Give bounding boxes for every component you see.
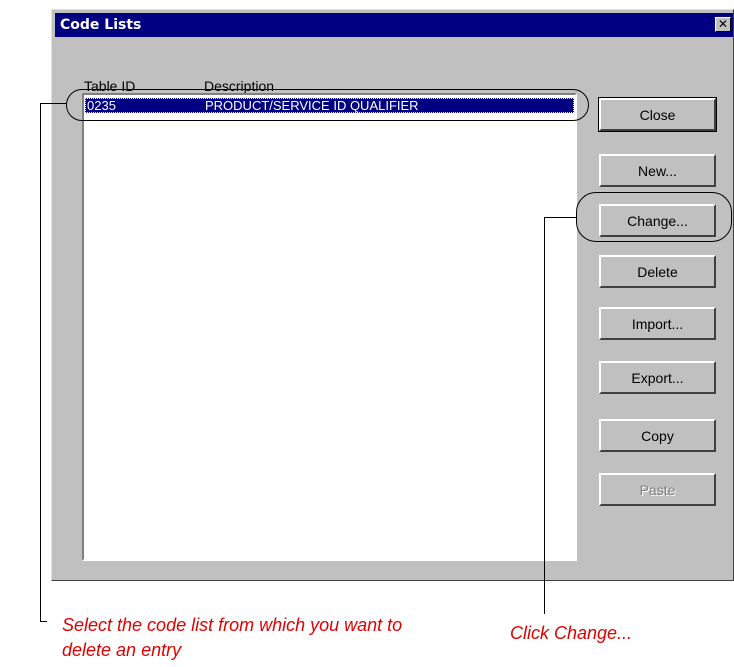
select-annotation-line-2: delete an entry [62, 640, 182, 660]
code-lists-list[interactable]: 0235 PRODUCT/SERVICE ID QUALIFIER [82, 93, 577, 561]
cell-table-id: 0235 [87, 98, 116, 113]
cell-description: PRODUCT/SERVICE ID QUALIFIER [205, 98, 419, 113]
paste-button: Paste [599, 473, 716, 506]
code-lists-dialog: Code Lists ✕ Table ID Description 0235 P… [51, 9, 734, 581]
close-icon[interactable]: ✕ [715, 17, 731, 32]
column-header-table-id[interactable]: Table ID [84, 78, 135, 94]
callout-line-top [40, 103, 67, 104]
new-button[interactable]: New... [599, 154, 716, 187]
delete-button[interactable]: Delete [599, 255, 716, 288]
callout-line-bottom [40, 621, 47, 622]
select-annotation: Select the code list from which you want… [62, 613, 402, 663]
change-callout-line [544, 217, 545, 614]
column-header-description[interactable]: Description [204, 78, 274, 94]
callout-line-vertical [40, 103, 41, 622]
close-button[interactable]: Close [598, 97, 717, 132]
change-annotation: Click Change... [510, 623, 633, 643]
window-title: Code Lists [60, 17, 142, 33]
copy-button[interactable]: Copy [599, 419, 716, 452]
change-button[interactable]: Change... [599, 204, 716, 237]
select-annotation-line-1: Select the code list from which you want… [62, 615, 403, 635]
change-callout-line-top [544, 217, 577, 218]
title-bar[interactable]: Code Lists ✕ [55, 13, 733, 37]
export-button[interactable]: Export... [599, 361, 716, 394]
list-item[interactable]: 0235 PRODUCT/SERVICE ID QUALIFIER [85, 98, 574, 113]
import-button[interactable]: Import... [599, 307, 716, 340]
